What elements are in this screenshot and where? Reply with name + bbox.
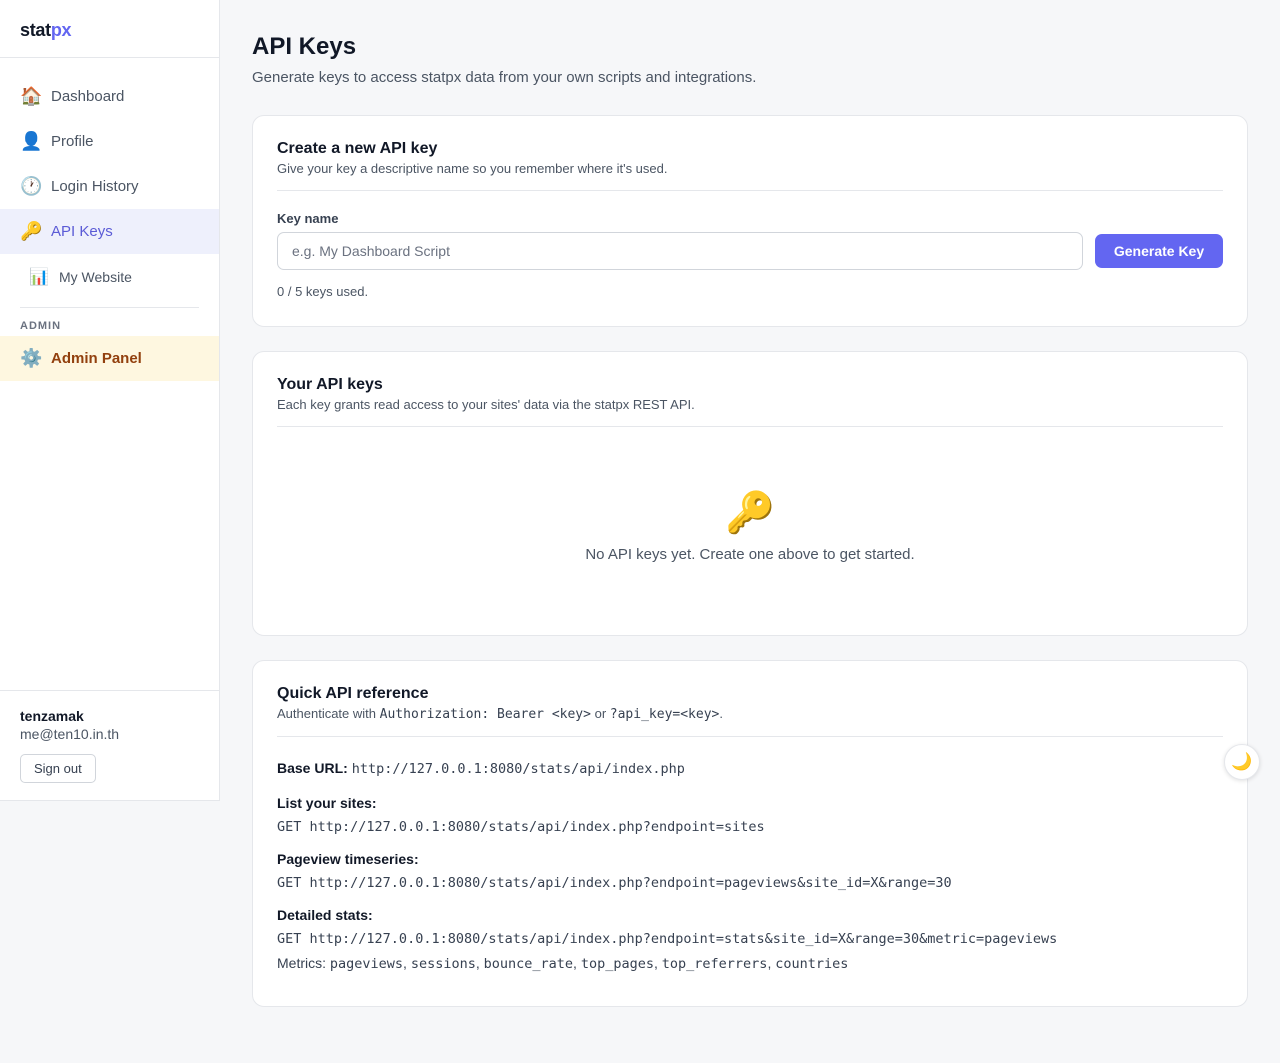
card-subtitle: Give your key a descriptive name so you … (277, 161, 668, 176)
empty-state-text: No API keys yet. Create one above to get… (585, 546, 915, 563)
chart-icon: 📊 (29, 268, 49, 286)
base-url-label: Base URL: (277, 760, 348, 776)
endpoint-sites: List your sites: GET http://127.0.0.1:80… (277, 795, 1223, 835)
keys-used-count: 0 / 5 keys used. (277, 284, 369, 299)
auth-or: or (594, 706, 607, 721)
sidebar-divider (20, 307, 199, 308)
user-icon: 👤 (20, 131, 43, 151)
page-title: API Keys (252, 33, 357, 60)
user-panel: tenzamak me@ten10.in.th Sign out (0, 690, 219, 800)
user-name: tenzamak (20, 708, 84, 724)
base-url-value: http://127.0.0.1:8080/stats/api/index.ph… (351, 761, 685, 777)
card-title: Quick API reference (277, 685, 429, 702)
empty-state: 🔑 No API keys yet. Create one above to g… (277, 489, 1223, 563)
page-subtitle: Generate keys to access statpx data from… (252, 69, 757, 86)
card-title: Create a new API key (277, 140, 438, 157)
endpoint-label: List your sites: (277, 795, 377, 811)
api-reference-card: Quick API reference Authenticate with Au… (252, 660, 1248, 1007)
base-url-row: Base URL: http://127.0.0.1:8080/stats/ap… (277, 760, 1223, 777)
generate-key-button[interactable]: Generate Key (1095, 234, 1223, 268)
card-divider (277, 736, 1223, 737)
key-name-label: Key name (277, 211, 339, 226)
endpoint-label: Detailed stats: (277, 907, 373, 923)
clock-icon: 🕐 (20, 176, 43, 196)
moon-icon: 🌙 (1231, 752, 1253, 771)
sidebar-item-label: Profile (51, 133, 94, 150)
sidebar-item-label: Admin Panel (51, 350, 142, 367)
sidebar-item-api-keys[interactable]: 🔑 API Keys (0, 209, 219, 254)
endpoint-pageviews: Pageview timeseries: GET http://127.0.0.… (277, 851, 1223, 891)
key-icon: 🔑 (20, 221, 43, 241)
section-label-admin: ADMIN (20, 320, 62, 332)
metric-item: countries (775, 956, 849, 972)
endpoint-code: GET http://127.0.0.1:8080/stats/api/inde… (277, 931, 1223, 947)
metric-item: bounce_rate (483, 956, 574, 972)
metric-item: top_pages (580, 956, 654, 972)
endpoint-url: http://127.0.0.1:8080/stats/api/index.ph… (309, 875, 952, 891)
gear-icon: ⚙️ (20, 348, 43, 368)
auth-note: Authenticate with Authorization: Bearer … (277, 706, 1223, 722)
endpoint-code: GET http://127.0.0.1:8080/stats/api/inde… (277, 875, 1223, 891)
brand-part2: px (50, 20, 72, 40)
sidebar-item-label: API Keys (51, 223, 113, 240)
sidebar-item-label: My Website (59, 268, 132, 285)
auth-suffix: . (719, 706, 723, 721)
endpoint-stats: Detailed stats: GET http://127.0.0.1:808… (277, 907, 1223, 972)
user-email: me@ten10.in.th (20, 726, 120, 742)
metric-item: sessions (410, 956, 476, 972)
key-icon: 🔑 (725, 491, 775, 535)
metric-item: top_referrers (661, 956, 768, 972)
sidebar-item-login-history[interactable]: 🕐 Login History (0, 164, 219, 209)
endpoint-url: http://127.0.0.1:8080/stats/api/index.ph… (309, 931, 1058, 947)
sidebar-item-label: Dashboard (51, 88, 125, 105)
theme-toggle-button[interactable]: 🌙 (1224, 744, 1260, 780)
house-icon: 🏠 (20, 86, 43, 106)
sidebar-item-label: Login History (51, 178, 139, 195)
card-divider (277, 426, 1223, 427)
brand-part1: stat (20, 20, 51, 40)
metrics-list: Metrics: pageviews, sessions, bounce_rat… (277, 955, 849, 972)
metric-item: pageviews (329, 956, 404, 972)
http-method: GET (277, 875, 302, 891)
endpoint-url: http://127.0.0.1:8080/stats/api/index.ph… (309, 819, 765, 835)
endpoint-code: GET http://127.0.0.1:8080/stats/api/inde… (277, 819, 1223, 835)
auth-param-code: ?api_key=<key> (609, 707, 720, 722)
auth-header-code: Authorization: Bearer <key> (379, 707, 591, 722)
sidebar-item-my-website[interactable]: 📊 My Website (0, 254, 219, 299)
card-subtitle: Each key grants read access to your site… (277, 397, 695, 412)
main-content: API Keys Generate keys to access statpx … (252, 0, 1248, 1007)
sidebar-nav: 🏠 Dashboard 👤 Profile 🕐 Login History 🔑 … (0, 58, 219, 381)
create-key-card: Create a new API key Give your key a des… (252, 115, 1248, 327)
brand-logo[interactable]: statpx (0, 0, 219, 58)
card-title: Your API keys (277, 376, 383, 393)
sidebar-item-admin-panel[interactable]: ⚙️ Admin Panel (0, 336, 219, 381)
sidebar: statpx 🏠 Dashboard 👤 Profile 🕐 Login His… (0, 0, 220, 801)
your-keys-card: Your API keys Each key grants read acces… (252, 351, 1248, 636)
auth-prefix: Authenticate with (277, 706, 377, 721)
metrics-label: Metrics: (277, 955, 326, 971)
card-divider (277, 190, 1223, 191)
http-method: GET (277, 819, 302, 835)
sidebar-item-profile[interactable]: 👤 Profile (0, 119, 219, 164)
endpoint-label: Pageview timeseries: (277, 851, 419, 867)
sidebar-item-dashboard[interactable]: 🏠 Dashboard (0, 74, 219, 119)
key-name-input[interactable] (277, 232, 1083, 270)
sign-out-button[interactable]: Sign out (20, 754, 96, 783)
http-method: GET (277, 931, 302, 947)
